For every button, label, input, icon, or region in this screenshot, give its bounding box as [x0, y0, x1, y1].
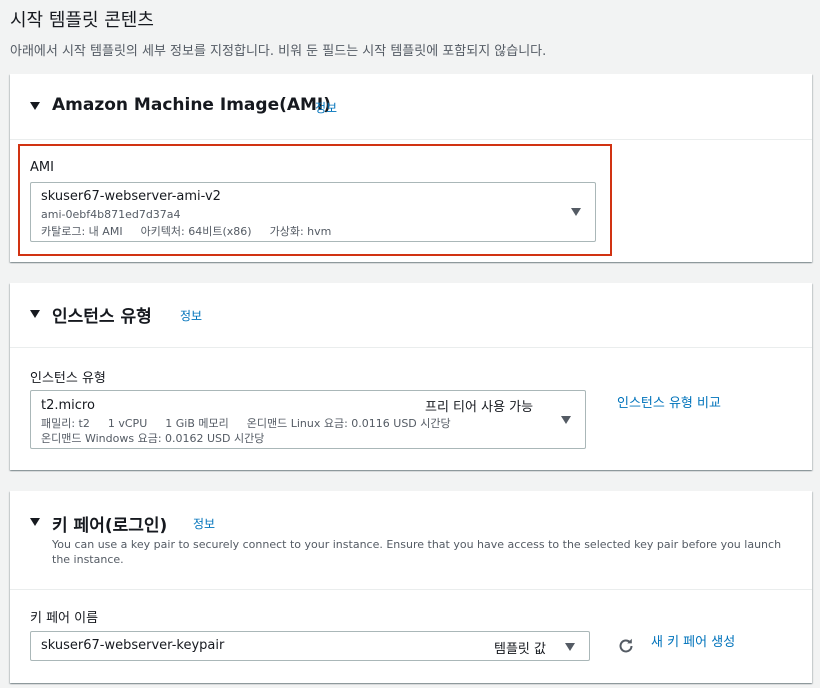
compare-instance-types-link[interactable]: 인스턴스 유형 비교: [617, 392, 721, 411]
page-description: 아래에서 시작 템플릿의 세부 정보를 지정합니다. 비워 둔 필드는 시작 템…: [10, 44, 547, 59]
ami-panel-header[interactable]: Amazon Machine Image(AMI) 정보: [10, 74, 812, 140]
refresh-icon[interactable]: [616, 636, 636, 656]
ami-panel: Amazon Machine Image(AMI) 정보 AMI skuser6…: [10, 74, 812, 262]
chevron-down-icon: [571, 208, 581, 216]
instance-vcpu: 1 vCPU: [107, 417, 148, 430]
ami-select[interactable]: skuser67-webserver-ami-v2 ami-0ebf4b871e…: [30, 182, 596, 242]
instance-family: 패밀리: t2: [41, 417, 90, 430]
instance-type-selected: t2.micro: [41, 398, 95, 413]
caret-down-icon[interactable]: [30, 310, 40, 318]
windows-price: 온디맨드 Windows 요금: 0.0162 USD 시간당: [41, 432, 265, 445]
ami-details: 카탈로그: 내 AMI 아키텍처: 64비트(x86) 가상화: hvm: [41, 223, 331, 239]
key-pair-name-label: 키 페어 이름: [30, 611, 99, 626]
instance-type-panel: 인스턴스 유형 정보 인스턴스 유형 t2.micro 프리 티어 사용 가능 …: [10, 283, 812, 470]
linux-price: 온디맨드 Linux 요금: 0.0116 USD 시간당: [246, 417, 451, 430]
ami-label: AMI: [30, 160, 54, 175]
ami-selected-id: ami-0ebf4b871ed7d37a4: [41, 208, 181, 221]
key-pair-description: You can use a key pair to securely conne…: [52, 538, 782, 566]
create-key-pair-link[interactable]: 새 키 페어 생성: [651, 631, 735, 650]
instance-type-label: 인스턴스 유형: [30, 371, 106, 386]
page-title: 시작 템플릿 콘텐츠: [10, 10, 154, 31]
key-pair-selected: skuser67-webserver-keypair: [41, 638, 225, 653]
instance-type-info-link[interactable]: 정보: [180, 307, 202, 324]
free-tier-badge: 프리 티어 사용 가능: [425, 400, 534, 415]
key-pair-info-link[interactable]: 정보: [193, 515, 215, 532]
key-pair-section-title: 키 페어(로그인): [52, 516, 168, 536]
ami-virtualization: 가상화: hvm: [269, 225, 332, 238]
ami-section-title: Amazon Machine Image(AMI): [52, 95, 332, 115]
instance-type-section-title: 인스턴스 유형: [52, 307, 152, 327]
chevron-down-icon: [561, 416, 571, 424]
instance-type-select[interactable]: t2.micro 프리 티어 사용 가능 패밀리: t2 1 vCPU 1 GiB …: [30, 390, 586, 449]
template-value-label: 템플릿 값: [494, 642, 546, 657]
ami-catalog: 카탈로그: 내 AMI: [41, 225, 123, 238]
ami-architecture: 아키텍처: 64비트(x86): [140, 225, 252, 238]
caret-down-icon[interactable]: [30, 102, 40, 110]
instance-type-panel-header[interactable]: 인스턴스 유형 정보: [10, 283, 812, 348]
caret-down-icon[interactable]: [30, 518, 40, 526]
chevron-down-icon: [565, 643, 575, 651]
key-pair-panel: 키 페어(로그인) 정보 You can use a key pair to s…: [10, 491, 812, 683]
key-pair-select[interactable]: skuser67-webserver-keypair 템플릿 값: [30, 631, 590, 661]
instance-memory: 1 GiB 메모리: [165, 417, 229, 430]
instance-type-specs: 패밀리: t2 1 vCPU 1 GiB 메모리 온디맨드 Linux 요금: 0.0…: [41, 415, 451, 431]
ami-selected-name: skuser67-webserver-ami-v2: [41, 189, 221, 204]
key-pair-panel-header[interactable]: 키 페어(로그인) 정보 You can use a key pair to s…: [10, 491, 812, 590]
ami-info-link[interactable]: 정보: [315, 99, 337, 116]
